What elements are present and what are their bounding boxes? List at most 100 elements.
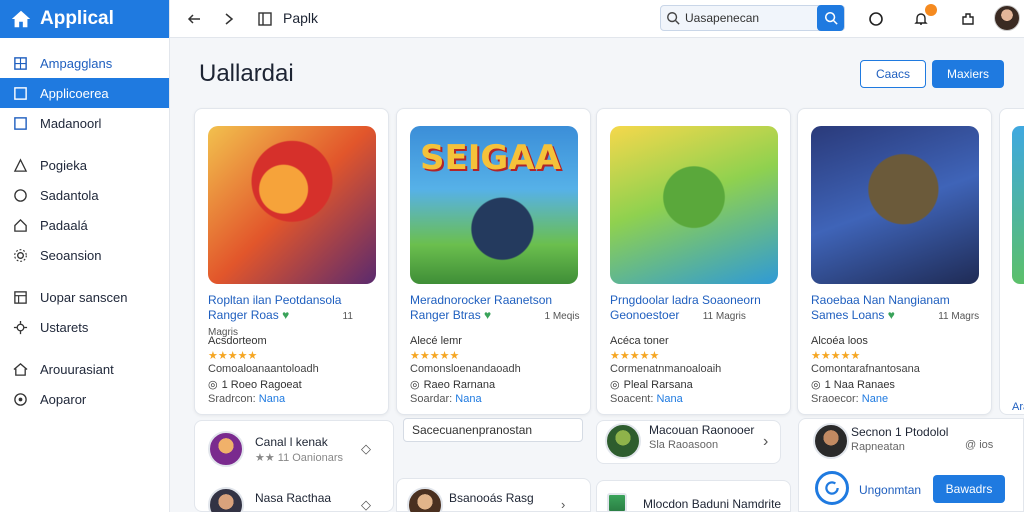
list-item-title[interactable]: Canal l kenak — [255, 435, 328, 449]
chevron-right-icon[interactable]: › — [763, 433, 768, 451]
sidebar-item-7[interactable]: Uopar sanscen — [0, 282, 169, 312]
list-item-subtitle: ★★ 11 Oanionars — [255, 452, 344, 464]
primary-button[interactable]: Maxiers — [932, 60, 1004, 88]
sidebar-item-0[interactable]: Ampagglans — [0, 48, 169, 78]
sidebar-item-label: Aoparor — [40, 391, 87, 407]
search-pill[interactable]: Sacecuanenpranostan — [403, 418, 583, 442]
search-icon — [661, 11, 685, 25]
target-icon: ◎ — [410, 379, 420, 391]
rating-label: Acéca toner — [610, 335, 669, 347]
extension-icon[interactable] — [957, 8, 979, 30]
sidebar-item-8[interactable]: Ustarets — [0, 312, 169, 342]
page-path-title: Paplk — [283, 10, 319, 26]
back-arrow-icon[interactable] — [183, 8, 205, 30]
app-meta: ◎ Pleal Rarsana — [610, 378, 693, 392]
app-description: Comonsloenandaoadh — [410, 363, 521, 375]
star-rating: ★★★★★ — [811, 350, 861, 362]
app-card[interactable]: Prngdoolar ladra Soaoneorn Geonoestoer 11… — [596, 108, 791, 415]
sidebar-item-label: Ustarets — [40, 319, 89, 335]
search-box — [660, 5, 845, 31]
profile-badge: @ ios — [965, 439, 994, 451]
forward-arrow-icon[interactable] — [218, 8, 240, 30]
page-title: Uallardai — [199, 60, 294, 87]
app-artwork-image: SEIGAA — [410, 126, 578, 284]
target-icon: ◎ — [811, 379, 821, 391]
avatar — [208, 487, 244, 512]
sidebar: Applical Ampagglans Applicoerea Madanoor… — [0, 0, 170, 512]
secondary-button[interactable]: Caacs — [860, 60, 926, 88]
help-circle-icon[interactable] — [865, 8, 887, 30]
chevron-right-icon[interactable]: › — [561, 497, 565, 512]
app-meta: ◎ Raeo Rarnana — [410, 378, 496, 392]
cog-icon — [12, 319, 28, 335]
sidebar-item-9[interactable]: Arouurasiant — [0, 354, 169, 384]
app-description: Comontarafnantosana — [811, 363, 920, 375]
source-link[interactable]: Nana — [455, 393, 481, 405]
rating-label: Alcoéa loos — [811, 335, 868, 347]
sidebar-item-5[interactable]: Padaalá — [0, 210, 169, 240]
sidebar-item-label: Seoansion — [40, 247, 102, 263]
sidebar-item-4[interactable]: Sadantola — [0, 180, 169, 210]
star-rating: ★★★★★ — [208, 350, 258, 362]
grid-icon — [12, 55, 28, 71]
sidebar-item-label: Ampagglans — [40, 55, 113, 71]
list-item-title[interactable]: Bsanooás Rasg — [449, 491, 534, 505]
sidebar-item-label: Uopar sanscen — [40, 289, 128, 305]
app-artwork-image — [208, 126, 376, 284]
app-card[interactable]: Raoebaa Nan Nangianam Sames Loans ♥ 11 Ma… — [797, 108, 992, 415]
app-card[interactable]: Ropltan ilan Peotdansola Ranger Roas ♥ 11… — [194, 108, 389, 415]
bell-icon[interactable] — [910, 4, 937, 30]
profile-action-label[interactable]: Ungonmtan — [859, 483, 921, 497]
sidebar-item-10[interactable]: Aoparor — [0, 384, 169, 414]
sidebar-item-2[interactable]: Madanoorl — [0, 108, 169, 138]
profile-action-button[interactable]: Bawadrs — [933, 475, 1005, 503]
list-item-title[interactable]: Nasa Racthaa — [255, 491, 331, 505]
diamond-icon[interactable]: ◇ — [361, 497, 371, 512]
avatar — [208, 431, 244, 467]
search-input[interactable] — [685, 11, 805, 25]
target-icon: ◎ — [208, 379, 218, 391]
user-avatar[interactable] — [994, 5, 1020, 31]
suggestion-panel[interactable]: Macouan Raonooer Sla Raoasoon › — [596, 420, 781, 464]
source-link[interactable]: Nane — [862, 393, 888, 405]
app-artwork-image — [610, 126, 778, 284]
star-rating: ★★★★★ — [410, 350, 460, 362]
diamond-icon[interactable]: ◇ — [361, 441, 371, 457]
brand-bar[interactable]: Applical — [0, 0, 169, 38]
sidebar-item-label: Sadantola — [40, 187, 99, 203]
circle-icon — [12, 187, 28, 203]
square-icon — [12, 85, 28, 101]
house-icon — [12, 361, 28, 377]
source-link[interactable]: Nana — [259, 393, 285, 405]
avatar — [407, 487, 443, 512]
sidebar-nav: Ampagglans Applicoerea Madanoorl Pogieka… — [0, 38, 169, 414]
app-card-partial[interactable]: Ara — [999, 108, 1024, 415]
search-pill-text: Sacecuanenpranostan — [412, 423, 533, 437]
suggestion-title: Macouan Raonooer — [649, 423, 755, 437]
sidebar-item-label: Madanoorl — [40, 115, 102, 131]
sidebar-item-label: Padaalá — [40, 217, 88, 233]
app-meta: ◎ 1 Roeo Ragoeat — [208, 378, 302, 392]
settings-icon — [12, 247, 28, 263]
refresh-icon[interactable] — [815, 471, 849, 505]
app-icon — [607, 493, 627, 512]
list-panel: Bsanooás Rasg › — [396, 478, 591, 512]
suggestion-title: Mlocdon Baduni Namdrite — [643, 497, 782, 511]
avatar — [605, 423, 641, 459]
suggestion-panel[interactable]: Mlocdon Baduni Namdrite — [596, 480, 791, 512]
app-artwork-image — [1012, 126, 1024, 284]
app-card-title: Prngdoolar ladra Soaoneorn Geonoestoer 11… — [610, 293, 761, 322]
app-description: Cormenatnmanoaloaih — [610, 363, 722, 375]
app-card-title: Ara — [1012, 401, 1024, 413]
app-card[interactable]: SEIGAA Meradnorocker Raanetson Ranger Btr… — [396, 108, 591, 415]
info-icon — [12, 391, 28, 407]
sidebar-item-1[interactable]: Applicoerea — [0, 78, 169, 108]
sidebar-toggle-icon[interactable] — [254, 8, 276, 30]
sidebar-item-6[interactable]: Seoansion — [0, 240, 169, 270]
sidebar-item-3[interactable]: Pogieka — [0, 150, 169, 180]
search-submit-button[interactable] — [817, 5, 844, 31]
sidebar-item-label: Pogieka — [40, 157, 87, 173]
artwork-logo-text: SEIGAA — [420, 138, 561, 178]
source-link[interactable]: Nana — [656, 393, 682, 405]
window-icon — [12, 289, 28, 305]
